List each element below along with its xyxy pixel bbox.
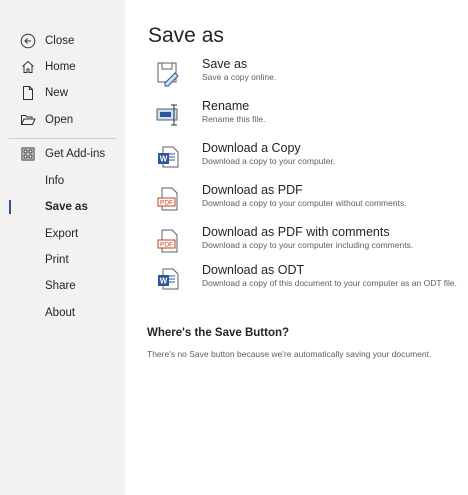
option-download-pdf-comments[interactable]: PDF Download as PDF with comments Downlo… — [152, 225, 468, 257]
sidebar-item-label: Info — [45, 175, 65, 187]
backstage-main: Save as Save as Save a copy online. Rena… — [125, 0, 468, 495]
option-download-copy[interactable]: W Download a Copy Download a copy to you… — [152, 141, 468, 173]
option-title: Download as PDF with comments — [202, 225, 390, 239]
sidebar-item-label: Export — [45, 228, 79, 240]
pdf-icon: PDF — [154, 185, 182, 213]
option-title: Download as PDF — [202, 183, 303, 197]
add-ins-icon — [19, 145, 37, 163]
sidebar-item-label: Home — [45, 61, 76, 73]
option-title: Rename — [202, 99, 250, 113]
rename-icon — [154, 101, 182, 129]
option-download-pdf[interactable]: PDF Download as PDF Download a copy to y… — [152, 183, 468, 215]
sidebar-item-close[interactable]: Close — [0, 28, 125, 54]
folder-open-icon — [19, 111, 37, 129]
sidebar-item-export[interactable]: Export — [0, 221, 125, 247]
sidebar-item-share[interactable]: Share — [0, 273, 125, 299]
word-document-icon: W — [154, 265, 182, 293]
svg-text:W: W — [160, 155, 168, 164]
back-arrow-icon — [19, 32, 37, 50]
sidebar-item-label: About — [45, 307, 76, 319]
backstage-sidebar: Close Home New Open Get Add-ins Info Sav… — [0, 0, 125, 495]
svg-text:PDF: PDF — [160, 200, 173, 207]
svg-text:W: W — [160, 277, 168, 286]
sidebar-item-print[interactable]: Print — [0, 247, 125, 273]
sidebar-item-label: Share — [45, 280, 76, 292]
new-document-icon — [19, 84, 37, 102]
option-description: Download a copy to your computer. — [202, 156, 336, 166]
save-button-info-description: There's no Save button because we're aut… — [147, 349, 432, 359]
option-rename[interactable]: Rename Rename this file. — [152, 99, 468, 131]
sidebar-item-about[interactable]: About — [0, 300, 125, 326]
option-title: Download a Copy — [202, 141, 301, 155]
svg-text:PDF: PDF — [160, 242, 173, 249]
sidebar-item-home[interactable]: Home — [0, 54, 125, 80]
save-button-info-title: Where's the Save Button? — [147, 327, 290, 339]
sidebar-item-get-add-ins[interactable]: Get Add-ins — [0, 141, 125, 167]
page-title: Save as — [148, 24, 224, 47]
sidebar-item-label: Open — [45, 114, 74, 126]
sidebar-item-label: Get Add-ins — [45, 148, 106, 160]
sidebar-item-save-as[interactable]: Save as — [0, 194, 125, 220]
option-description: Download a copy to your computer includi… — [202, 240, 414, 250]
sidebar-item-label: Save as — [45, 201, 88, 213]
option-description: Download a copy of this document to your… — [202, 278, 457, 288]
option-description: Save a copy online. — [202, 72, 277, 82]
save-as-icon — [154, 59, 182, 87]
sidebar-item-open[interactable]: Open — [0, 107, 125, 133]
option-title: Save as — [202, 57, 248, 71]
option-download-odt[interactable]: W Download as ODT Download a copy of thi… — [152, 263, 468, 295]
sidebar-divider — [9, 138, 117, 139]
sidebar-item-label: Close — [45, 35, 75, 47]
sidebar-item-label: New — [45, 87, 69, 99]
pdf-icon: PDF — [154, 227, 182, 255]
word-document-icon: W — [154, 143, 182, 171]
option-save-as[interactable]: Save as Save a copy online. — [152, 57, 468, 89]
sidebar-item-label: Print — [45, 254, 69, 266]
sidebar-item-info[interactable]: Info — [0, 168, 125, 194]
option-title: Download as ODT — [202, 263, 305, 277]
option-description: Download a copy to your computer without… — [202, 198, 407, 208]
home-icon — [19, 58, 37, 76]
sidebar-item-new[interactable]: New — [0, 80, 125, 106]
option-description: Rename this file. — [202, 114, 266, 124]
